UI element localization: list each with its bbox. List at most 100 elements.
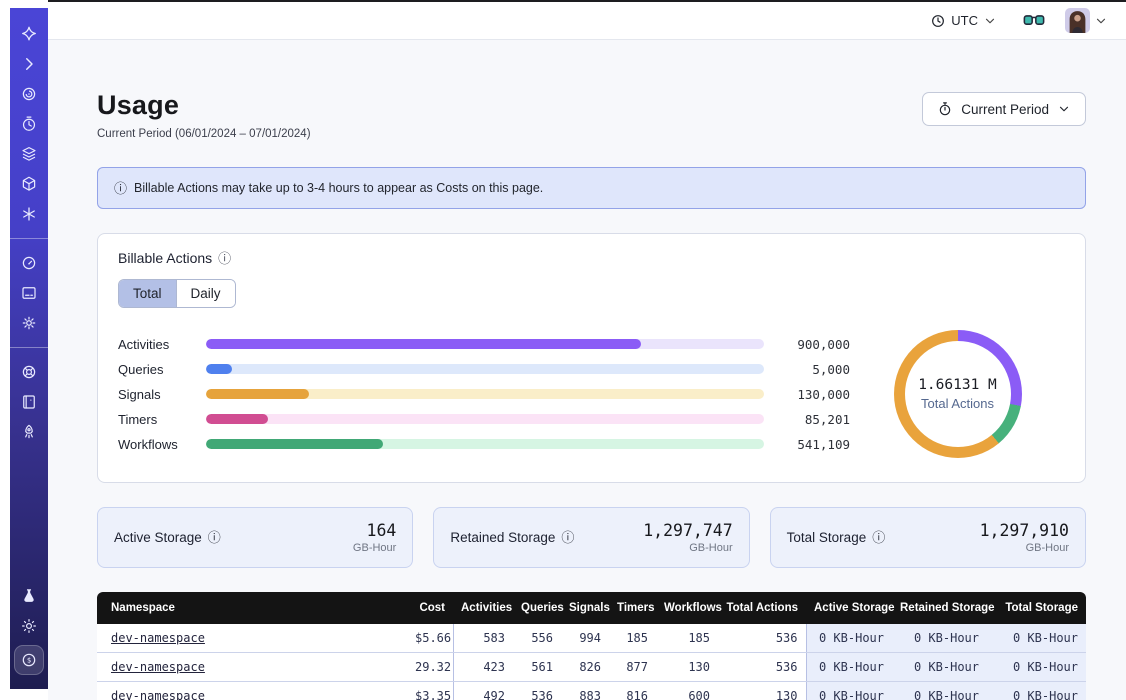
cell-active-storage: 0 KB-Hour — [806, 653, 892, 682]
tab-total[interactable]: Total — [119, 280, 176, 307]
cell-active-storage: 0 KB-Hour — [806, 682, 892, 700]
expand-chevron-right-icon[interactable] — [20, 55, 38, 73]
bar-track — [206, 389, 764, 399]
sidebar-divider — [10, 238, 48, 239]
cell-queries: 536 — [513, 682, 561, 700]
chevron-down-icon — [1057, 102, 1071, 116]
cell-retained-storage: 0 KB-Hour — [892, 682, 987, 700]
bar-value: 541,109 — [778, 437, 850, 452]
cell-cost: $3.35 — [407, 682, 453, 700]
avatar — [1065, 8, 1090, 33]
storage-card-value: 164 — [353, 521, 396, 540]
billing-dollar-icon[interactable]: $ — [20, 651, 38, 669]
cell-total-actions: 536 — [718, 653, 806, 682]
bar-track — [206, 339, 764, 349]
table-row: dev-namespace $5.66 583 556 994 185 185 … — [97, 624, 1086, 653]
storage-card-unit: GB-Hour — [353, 542, 396, 554]
namespace-link[interactable]: dev-namespace — [111, 631, 205, 645]
active-storage-card: Active Storageⓘ 164 GB-Hour — [97, 507, 413, 568]
info-icon[interactable]: ⓘ — [872, 531, 885, 544]
info-icon[interactable]: ⓘ — [218, 252, 231, 265]
schedules-timer-icon[interactable] — [20, 115, 38, 133]
info-icon[interactable]: ⓘ — [208, 531, 221, 544]
rocket-icon[interactable] — [20, 423, 38, 441]
retained-storage-card: Retained Storageⓘ 1,297,747 GB-Hour — [433, 507, 749, 568]
usage-gauge-icon[interactable] — [20, 254, 38, 272]
table-header-row: Namespace Cost Activities Queries Signal… — [97, 592, 1086, 624]
cell-cost: 29.32 — [407, 653, 453, 682]
bar-value: 85,201 — [778, 412, 850, 427]
web-window-icon[interactable] — [20, 284, 38, 302]
deployments-cube-icon[interactable] — [20, 175, 38, 193]
bar-label: Signals — [118, 387, 206, 402]
window-top-edge — [48, 0, 1126, 2]
total-actions-value: 1.66131 M — [918, 377, 997, 393]
period-dropdown-button[interactable]: Current Period — [922, 92, 1086, 126]
cell-activities: 492 — [453, 682, 513, 700]
col-queries: Queries — [513, 592, 561, 624]
table-row: dev-namespace $3.35 492 536 883 816 600 … — [97, 682, 1086, 700]
cell-activities: 423 — [453, 653, 513, 682]
page-content: Usage Current Period (06/01/2024 – 07/01… — [48, 40, 1126, 700]
bar-label: Queries — [118, 362, 206, 377]
bar-fill — [206, 414, 268, 424]
bar-label: Timers — [118, 412, 206, 427]
cell-signals: 826 — [561, 653, 609, 682]
stopwatch-icon — [937, 101, 953, 117]
bar-row: Workflows 541,109 — [118, 432, 850, 457]
bar-row: Signals 130,000 — [118, 382, 850, 407]
cell-total-actions: 536 — [718, 624, 806, 653]
lab-flask-icon[interactable] — [20, 587, 38, 605]
bar-row: Queries 5,000 — [118, 357, 850, 382]
bar-track — [206, 364, 764, 374]
namespace-link[interactable]: dev-namespace — [111, 660, 205, 674]
cell-cost: $5.66 — [407, 624, 453, 653]
total-actions-donut: 1.66131 M Total Actions — [894, 330, 1022, 458]
cell-retained-storage: 0 KB-Hour — [892, 653, 987, 682]
col-signals: Signals — [561, 592, 609, 624]
user-menu[interactable] — [1065, 8, 1108, 33]
chevron-down-icon — [983, 14, 997, 28]
bar-label: Activities — [118, 337, 206, 352]
sidebar-divider — [10, 347, 48, 348]
cell-total-storage: 0 KB-Hour — [987, 624, 1086, 653]
settings-gear-icon[interactable] — [20, 314, 38, 332]
nexus-asterisk-icon[interactable] — [20, 205, 38, 223]
namespace-usage-table: Namespace Cost Activities Queries Signal… — [97, 592, 1086, 700]
billing-active-highlight[interactable]: $ — [14, 645, 44, 675]
info-icon[interactable]: ⓘ — [561, 531, 574, 544]
info-banner-text: Billable Actions may take up to 3-4 hour… — [134, 181, 543, 195]
bar-label: Workflows — [118, 437, 206, 452]
support-lifebuoy-icon[interactable] — [20, 363, 38, 381]
theme-sun-icon[interactable] — [20, 617, 38, 635]
temporal-logo-icon[interactable] — [20, 25, 38, 43]
bar-fill — [206, 439, 383, 449]
cell-timers: 816 — [609, 682, 656, 700]
stack-layers-icon[interactable] — [20, 145, 38, 163]
col-activities: Activities — [453, 592, 513, 624]
storage-card-unit: GB-Hour — [643, 542, 732, 554]
storage-card-value: 1,297,747 — [643, 521, 732, 540]
clock-icon — [930, 13, 946, 29]
bar-fill — [206, 389, 309, 399]
cell-workflows: 130 — [656, 653, 718, 682]
docs-book-icon[interactable] — [20, 393, 38, 411]
cell-signals: 883 — [561, 682, 609, 700]
info-icon: ⓘ — [114, 182, 127, 195]
namespace-link[interactable]: dev-namespace — [111, 689, 205, 700]
timezone-selector[interactable]: UTC — [930, 13, 997, 29]
billable-actions-card: Billable Actions ⓘ Total Daily Activitie… — [97, 233, 1086, 483]
bar-fill — [206, 339, 641, 349]
col-namespace: Namespace — [97, 592, 407, 624]
period-dropdown-label: Current Period — [961, 102, 1049, 117]
col-cost: Cost — [407, 592, 453, 624]
bar-value: 5,000 — [778, 362, 850, 377]
cell-active-storage: 0 KB-Hour — [806, 624, 892, 653]
feedback-glasses-button[interactable] — [1023, 13, 1045, 28]
glasses-icon — [1023, 13, 1045, 28]
svg-text:$: $ — [27, 656, 31, 665]
bar-value: 130,000 — [778, 387, 850, 402]
tab-daily[interactable]: Daily — [176, 280, 235, 307]
storage-card-label: Total Storage — [787, 530, 867, 545]
namespaces-spiral-icon[interactable] — [20, 85, 38, 103]
